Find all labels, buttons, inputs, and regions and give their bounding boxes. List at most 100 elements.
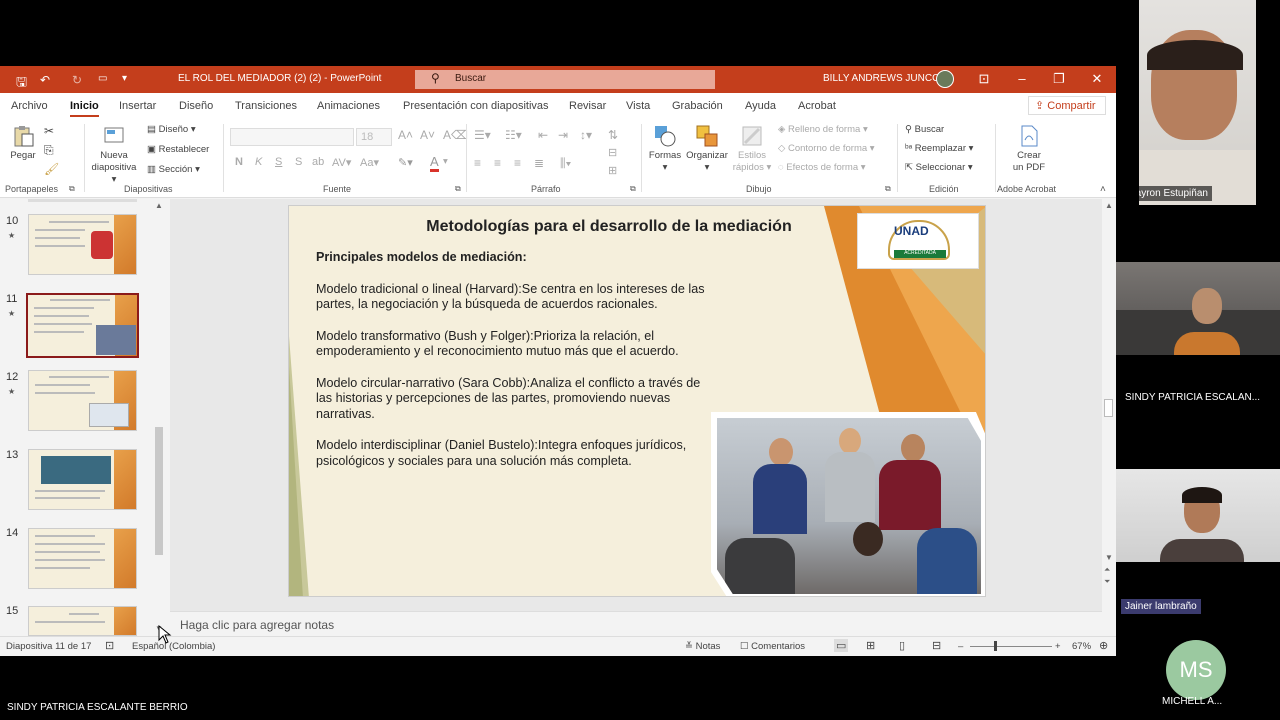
current-slide[interactable]: Metodologías para el desarrollo de la me… xyxy=(288,205,986,597)
shapes-button[interactable]: Formas ▾ xyxy=(647,124,683,174)
layout-button[interactable]: ▤ Diseño ▾ xyxy=(147,124,196,135)
search-box[interactable]: ⚲ Buscar xyxy=(415,70,715,89)
tab-animaciones[interactable]: Animaciones xyxy=(317,100,380,112)
bullets-icon[interactable]: ☰▾ xyxy=(474,128,491,142)
tab-insertar[interactable]: Insertar xyxy=(119,100,156,112)
char-spacing-icon[interactable]: AV▾ xyxy=(332,156,351,169)
align-text-icon[interactable]: ⊟ xyxy=(608,146,617,159)
slide-thumbnail-11[interactable] xyxy=(26,293,139,358)
numbering-icon[interactable]: ☷▾ xyxy=(505,128,522,142)
find-button[interactable]: ⚲ Buscar xyxy=(905,124,944,135)
present-icon[interactable]: ▭ xyxy=(98,73,107,84)
undo-icon[interactable]: ↶ xyxy=(40,73,50,87)
zoom-out-icon[interactable]: – xyxy=(958,641,963,652)
shadow-button[interactable]: S xyxy=(295,156,302,168)
increase-indent-icon[interactable]: ⇥ xyxy=(558,128,568,142)
replace-button[interactable]: ᵇᵃ Reemplazar ▾ xyxy=(905,143,973,154)
slide-thumbnail-14[interactable] xyxy=(28,528,137,589)
scroll-down-icon[interactable]: ▼ xyxy=(1105,553,1113,562)
new-slide-button[interactable]: Nueva diapositiva ▾ xyxy=(88,124,140,186)
dialog-launcher-icon[interactable]: ⧉ xyxy=(455,184,461,194)
notes-button[interactable]: ≚ Notas xyxy=(685,641,720,652)
slide-sorter-icon[interactable]: ⊞ xyxy=(866,639,875,652)
shape-fill-button[interactable]: ◈ Relleno de forma ▾ xyxy=(778,124,868,135)
shape-outline-button[interactable]: ◇ Contorno de forma ▾ xyxy=(778,143,875,154)
scroll-up-icon[interactable]: ▲ xyxy=(155,201,163,210)
slide-scrollbar[interactable]: ▲ ▼ ⏶ ⏷ xyxy=(1102,199,1116,636)
video-tile-2[interactable] xyxy=(1116,262,1280,355)
tab-archivo[interactable]: Archivo xyxy=(11,100,48,112)
ribbon-display-icon[interactable]: ⊡ xyxy=(974,71,994,87)
tab-grabacion[interactable]: Grabación xyxy=(672,100,723,112)
thumbnails-scrollbar[interactable]: ▲ ▼ xyxy=(153,199,165,636)
slide-thumbnail-10[interactable] xyxy=(28,214,137,275)
notes-pane[interactable]: Haga clic para agregar notas xyxy=(170,611,1102,636)
scrollbar-thumb[interactable] xyxy=(155,427,163,555)
save-icon[interactable]: 🖫 xyxy=(16,73,27,95)
previous-slide-icon[interactable]: ⏶ xyxy=(1104,565,1110,575)
clear-format-icon[interactable]: A⌫ xyxy=(443,128,468,142)
shrink-font-icon[interactable]: A˅ xyxy=(420,128,435,142)
section-button[interactable]: ▥ Sección ▾ xyxy=(147,164,200,175)
slideshow-icon[interactable]: ⊟ xyxy=(932,639,941,652)
minimize-icon[interactable]: – xyxy=(1012,71,1032,86)
paste-button[interactable]: Pegar xyxy=(8,124,38,162)
align-right-icon[interactable]: ≡ xyxy=(514,156,521,170)
dialog-launcher-icon[interactable]: ⧉ xyxy=(630,184,636,194)
columns-icon[interactable]: ⫼▾ xyxy=(560,156,571,171)
slide-thumbnail-15[interactable] xyxy=(28,606,137,636)
reset-button[interactable]: ▣ Restablecer xyxy=(147,144,209,155)
create-pdf-button[interactable]: Crear un PDF xyxy=(1004,124,1054,174)
user-avatar[interactable] xyxy=(936,70,954,88)
dialog-launcher-icon[interactable]: ⧉ xyxy=(885,184,891,194)
participant-avatar[interactable]: MS xyxy=(1166,640,1226,700)
shape-effects-button[interactable]: ◌ Efectos de forma ▾ xyxy=(778,162,866,173)
italic-button[interactable]: K xyxy=(255,156,262,168)
tab-inicio[interactable]: Inicio xyxy=(70,100,99,117)
tab-presentacion[interactable]: Presentación con diapositivas xyxy=(403,100,549,112)
font-color-icon[interactable]: A xyxy=(430,154,439,172)
select-button[interactable]: ⇱ Seleccionar ▾ xyxy=(905,162,973,173)
slide-thumbnail-12[interactable] xyxy=(28,370,137,431)
fit-slide-icon[interactable]: ⊕ xyxy=(1099,639,1108,652)
tab-ayuda[interactable]: Ayuda xyxy=(745,100,776,112)
quick-styles-button[interactable]: Estilos rápidos ▾ xyxy=(730,124,774,174)
strikethrough-icon[interactable]: ab xyxy=(312,156,324,168)
smartart-icon[interactable]: ⊞ xyxy=(608,164,617,177)
collapse-ribbon-icon[interactable]: ˄ xyxy=(1100,184,1106,195)
slide-thumbnail-13[interactable] xyxy=(28,449,137,510)
decrease-indent-icon[interactable]: ⇤ xyxy=(538,128,548,142)
bold-button[interactable]: N xyxy=(235,156,243,168)
normal-view-icon[interactable]: ▭ xyxy=(834,639,849,652)
tab-transiciones[interactable]: Transiciones xyxy=(235,100,297,112)
font-size-select[interactable]: 18 xyxy=(356,128,392,146)
tab-revisar[interactable]: Revisar xyxy=(569,100,606,112)
customize-icon[interactable]: ▾ xyxy=(122,73,127,84)
change-case-icon[interactable]: Aa▾ xyxy=(360,156,379,169)
format-painter-icon[interactable]: 🖌 xyxy=(44,162,59,176)
reading-view-icon[interactable]: ▯ xyxy=(899,639,905,652)
copy-icon[interactable]: ⎘ xyxy=(44,143,54,158)
font-family-select[interactable] xyxy=(230,128,354,146)
line-spacing-icon[interactable]: ↕▾ xyxy=(580,128,592,142)
font-color-dropdown-icon[interactable]: ▾ xyxy=(443,156,448,167)
grow-font-icon[interactable]: A˄ xyxy=(398,128,413,142)
cut-icon[interactable]: ✂ xyxy=(44,124,54,138)
scroll-up-icon[interactable]: ▲ xyxy=(1105,201,1113,210)
underline-button[interactable]: S xyxy=(275,156,282,168)
video-tile-3[interactable] xyxy=(1116,469,1280,562)
highlight-icon[interactable]: ✎▾ xyxy=(398,156,413,169)
scrollbar-thumb[interactable] xyxy=(1104,399,1113,417)
text-direction-icon[interactable]: ⇅ xyxy=(608,128,618,142)
tab-acrobat[interactable]: Acrobat xyxy=(798,100,836,112)
language-indicator[interactable]: Español (Colombia) xyxy=(132,641,215,652)
comments-button[interactable]: ☐ Comentarios xyxy=(740,641,805,652)
align-center-icon[interactable]: ≡ xyxy=(494,156,501,170)
maximize-icon[interactable]: ❐ xyxy=(1049,71,1069,87)
zoom-slider[interactable] xyxy=(970,646,1052,647)
accessibility-icon[interactable]: ⊡ xyxy=(105,639,114,652)
video-tile-1[interactable]: Bayron Estupiñan xyxy=(1139,0,1256,205)
zoom-in-icon[interactable]: + xyxy=(1055,641,1061,652)
arrange-button[interactable]: Organizar ▾ xyxy=(684,124,730,174)
close-icon[interactable]: ✕ xyxy=(1087,71,1107,87)
